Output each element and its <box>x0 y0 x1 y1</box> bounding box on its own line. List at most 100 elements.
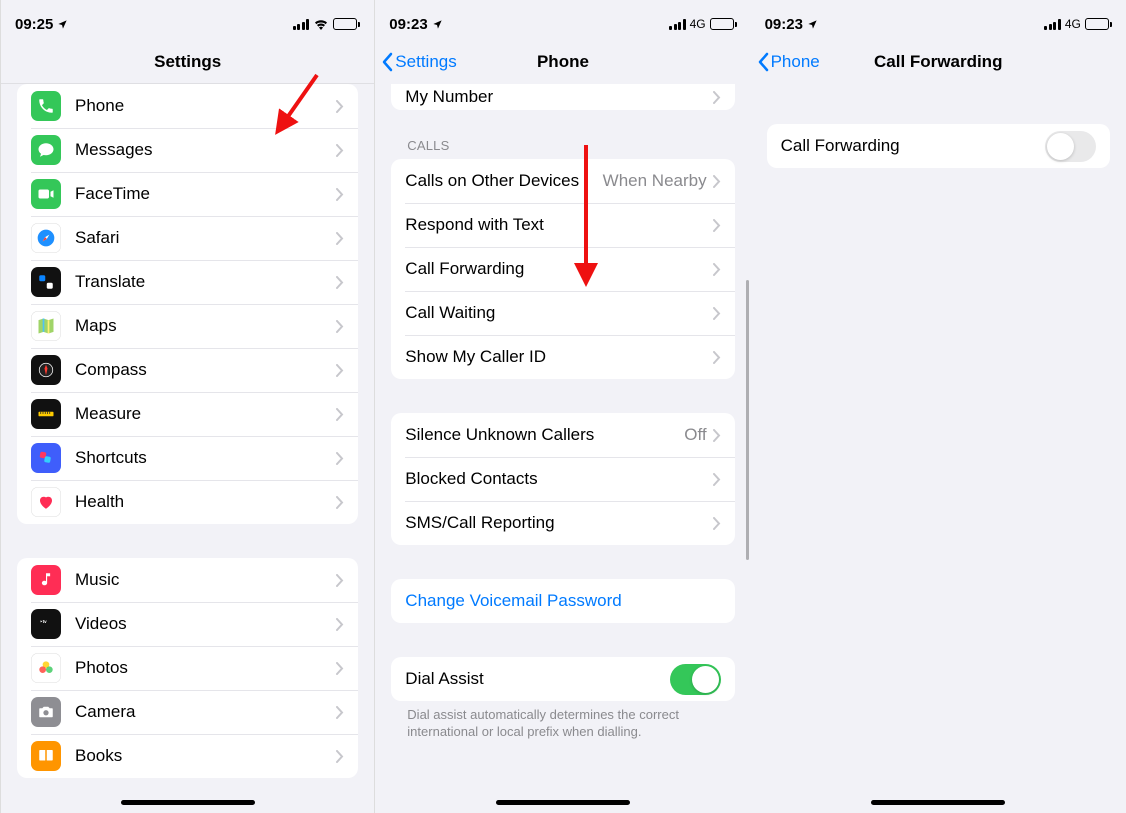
status-time: 09:23 <box>389 16 427 33</box>
status-time: 09:23 <box>765 16 803 33</box>
facetime-icon <box>31 179 61 209</box>
settings-row-compass[interactable]: Compass <box>17 348 358 392</box>
network-label: 4G <box>1065 17 1081 31</box>
location-icon <box>57 19 67 29</box>
row-label: Call Forwarding <box>781 136 1045 156</box>
status-bar: 09:23 4G <box>375 0 750 40</box>
shortcuts-icon <box>31 443 61 473</box>
wifi-icon <box>313 18 329 30</box>
row-label: Translate <box>75 272 336 292</box>
location-icon <box>807 19 817 29</box>
row-label: Videos <box>75 614 336 634</box>
battery-icon <box>333 18 360 30</box>
translate-icon <box>31 267 61 297</box>
screen-settings: 09:25 Settings Phone Messages FaceTime Safa… <box>0 0 375 813</box>
dial-assist-footer: Dial assist automatically determines the… <box>407 707 718 741</box>
row-label: Photos <box>75 658 336 678</box>
row-label: My Number <box>405 87 712 107</box>
battery-icon <box>1085 18 1112 30</box>
back-button[interactable]: Phone <box>757 52 820 72</box>
row-silence-unknown-callers[interactable]: Silence Unknown CallersOff <box>391 413 734 457</box>
nav-bar: Settings <box>1 40 374 84</box>
photos-icon <box>31 653 61 683</box>
phone-settings-list[interactable]: My Number CALLS Calls on Other DevicesWh… <box>375 84 750 783</box>
settings-row-phone[interactable]: Phone <box>17 84 358 128</box>
settings-row-measure[interactable]: Measure <box>17 392 358 436</box>
row-label: Calls on Other Devices <box>405 171 602 191</box>
status-bar: 09:23 4G <box>751 0 1126 40</box>
row-detail: Off <box>684 425 706 445</box>
svg-text:‣tv: ‣tv <box>40 619 47 624</box>
nav-bar: Phone Call Forwarding <box>751 40 1126 84</box>
row-calls-on-other-devices[interactable]: Calls on Other DevicesWhen Nearby <box>391 159 734 203</box>
home-indicator[interactable] <box>121 800 255 805</box>
safari-icon <box>31 223 61 253</box>
back-button[interactable]: Settings <box>381 52 456 72</box>
settings-row-books[interactable]: Books <box>17 734 358 778</box>
settings-row-photos[interactable]: Photos <box>17 646 358 690</box>
row-label: Messages <box>75 140 336 160</box>
settings-row-music[interactable]: Music <box>17 558 358 602</box>
messages-icon <box>31 135 61 165</box>
row-label: Blocked Contacts <box>405 469 712 489</box>
back-label: Settings <box>395 52 456 72</box>
scroll-indicator[interactable] <box>746 280 749 560</box>
screen-phone-settings: 09:23 4G Settings Phone My Number CALLS … <box>375 0 750 813</box>
books-icon <box>31 741 61 771</box>
cellular-signal-icon <box>293 19 310 30</box>
call-forwarding-toggle[interactable] <box>1045 131 1096 162</box>
location-icon <box>432 19 442 29</box>
row-label: Dial Assist <box>405 669 669 689</box>
row-label: Books <box>75 746 336 766</box>
page-title: Phone <box>537 52 589 72</box>
settings-row-maps[interactable]: Maps <box>17 304 358 348</box>
row-respond-with-text[interactable]: Respond with Text <box>391 203 734 247</box>
videos-icon: ‣tv <box>31 609 61 639</box>
row-label: Change Voicemail Password <box>405 591 720 611</box>
compass-icon <box>31 355 61 385</box>
row-label: Call Waiting <box>405 303 712 323</box>
back-label: Phone <box>771 52 820 72</box>
row-label: FaceTime <box>75 184 336 204</box>
row-sms-call-reporting[interactable]: SMS/Call Reporting <box>391 501 734 545</box>
settings-row-camera[interactable]: Camera <box>17 690 358 734</box>
settings-row-messages[interactable]: Messages <box>17 128 358 172</box>
row-label: Phone <box>75 96 336 116</box>
settings-row-shortcuts[interactable]: Shortcuts <box>17 436 358 480</box>
status-bar: 09:25 <box>1 0 374 40</box>
row-label: Respond with Text <box>405 215 712 235</box>
row-call-waiting[interactable]: Call Waiting <box>391 291 734 335</box>
row-label: Health <box>75 492 336 512</box>
page-title: Call Forwarding <box>874 52 1002 72</box>
nav-bar: Settings Phone <box>375 40 750 84</box>
settings-list[interactable]: Phone Messages FaceTime Safari Translate Maps… <box>1 84 374 783</box>
settings-row-translate[interactable]: Translate <box>17 260 358 304</box>
home-indicator[interactable] <box>496 800 630 805</box>
call-forwarding-row: Call Forwarding <box>767 124 1110 168</box>
row-detail: When Nearby <box>603 171 707 191</box>
settings-row-facetime[interactable]: FaceTime <box>17 172 358 216</box>
network-label: 4G <box>690 17 706 31</box>
dial-assist-toggle[interactable] <box>670 664 721 695</box>
settings-row-videos[interactable]: ‣tv Videos <box>17 602 358 646</box>
row-call-forwarding[interactable]: Call Forwarding <box>391 247 734 291</box>
row-label: Show My Caller ID <box>405 347 712 367</box>
measure-icon <box>31 399 61 429</box>
row-label: Compass <box>75 360 336 380</box>
battery-icon <box>710 18 737 30</box>
status-time: 09:25 <box>15 16 53 33</box>
change-voicemail-password[interactable]: Change Voicemail Password <box>391 579 734 623</box>
row-label: Call Forwarding <box>405 259 712 279</box>
settings-row-safari[interactable]: Safari <box>17 216 358 260</box>
row-blocked-contacts[interactable]: Blocked Contacts <box>391 457 734 501</box>
home-indicator[interactable] <box>871 800 1005 805</box>
my-number-row[interactable]: My Number <box>391 84 734 110</box>
row-label: Camera <box>75 702 336 722</box>
health-icon <box>31 487 61 517</box>
row-show-my-caller-id[interactable]: Show My Caller ID <box>391 335 734 379</box>
camera-icon <box>31 697 61 727</box>
call-forwarding-content: Call Forwarding <box>751 84 1126 783</box>
screen-call-forwarding: 09:23 4G Phone Call Forwarding Call Forw… <box>751 0 1126 813</box>
settings-row-health[interactable]: Health <box>17 480 358 524</box>
cellular-signal-icon <box>669 19 686 30</box>
